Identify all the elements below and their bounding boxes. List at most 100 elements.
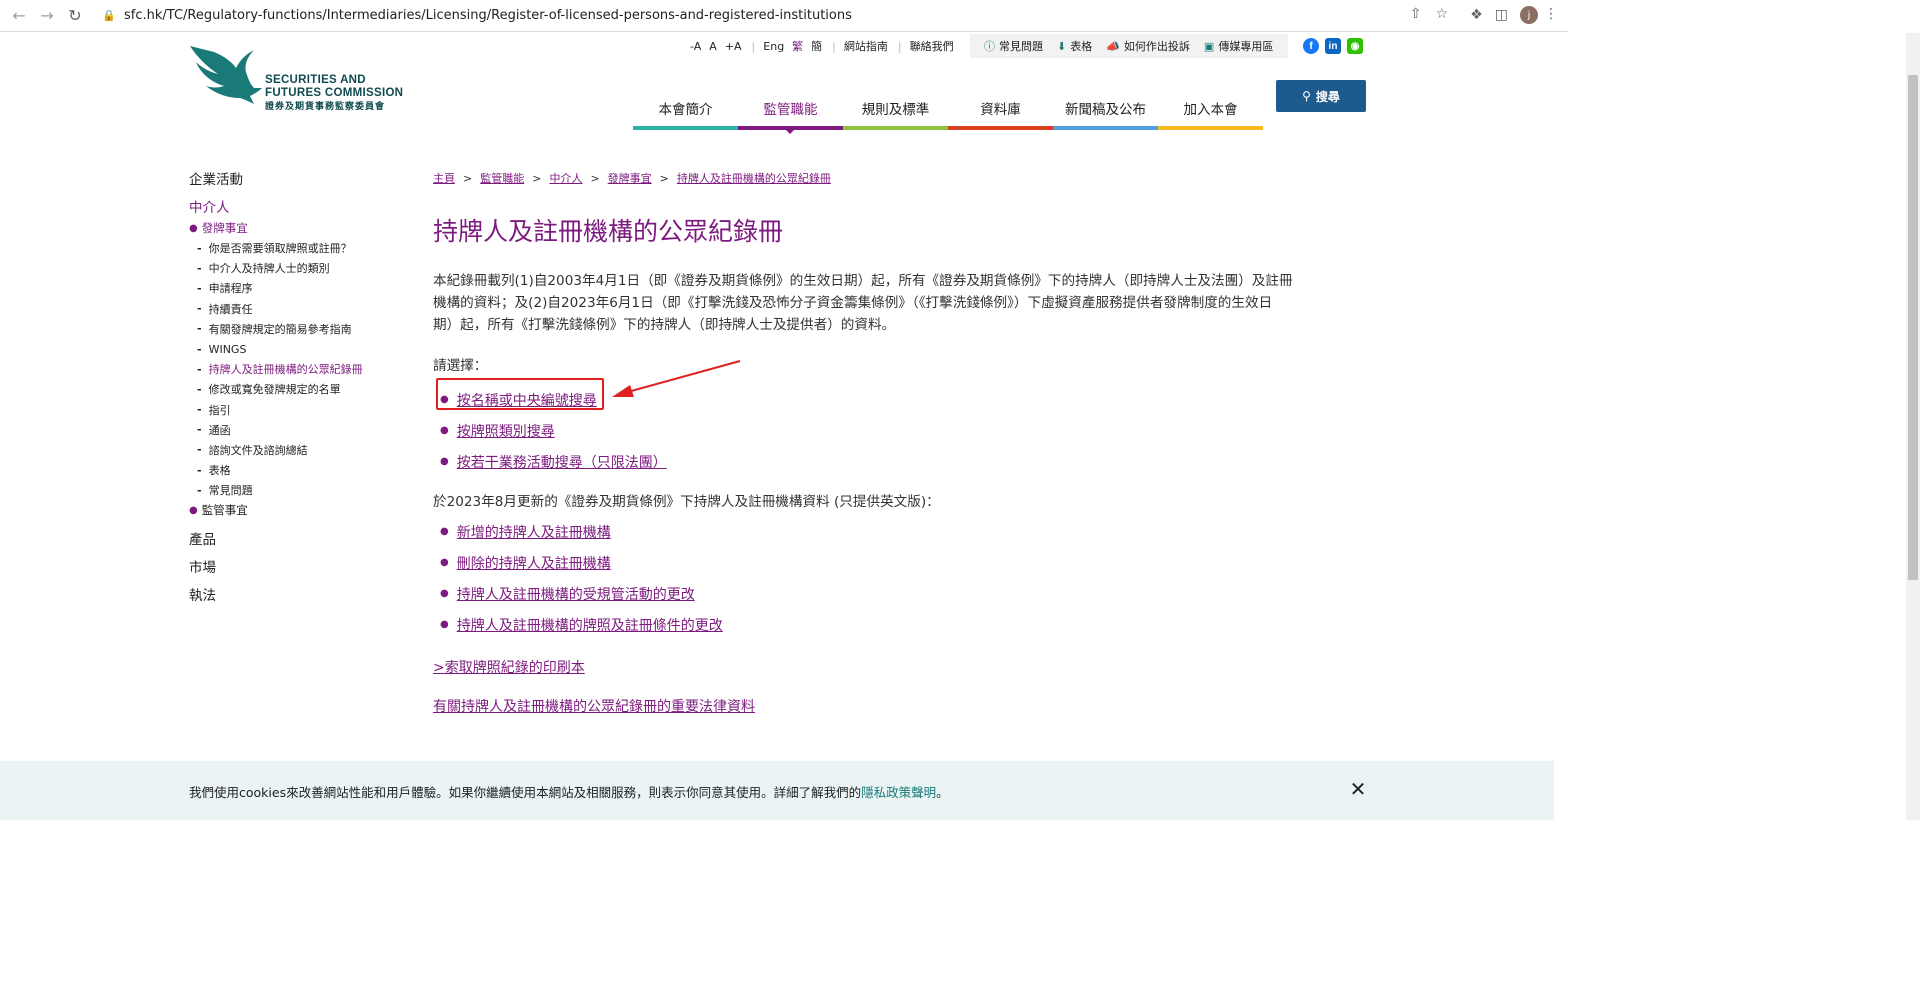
- sidebar-subitem-label: 申請程序: [208, 282, 253, 296]
- sidebar-subitem[interactable]: - 有關發牌規定的簡易參考指南: [189, 319, 409, 339]
- media-link[interactable]: ▣ 傳媒專用區: [1204, 38, 1273, 54]
- sidebar-subitem-label: 持牌人及註冊機構的公眾紀錄冊: [208, 363, 363, 377]
- divider: |: [897, 39, 902, 53]
- lang-simplified-link[interactable]: 簡: [811, 38, 822, 54]
- back-arrow-icon[interactable]: ←: [8, 5, 30, 27]
- condition-changes-link[interactable]: 持牌人及註冊機構的牌照及註冊條件的更改: [457, 615, 723, 635]
- close-icon[interactable]: ✕: [1348, 779, 1368, 799]
- sitemap-link[interactable]: 網站指南: [844, 38, 888, 54]
- search-by-licence-type-link[interactable]: 按牌照類別搜尋: [457, 421, 555, 441]
- breadcrumb-current[interactable]: 持牌人及註冊機構的公眾紀錄冊: [677, 170, 831, 186]
- nav-tab-label: 規則及標準: [861, 102, 930, 118]
- sidebar-item-markets[interactable]: 市場: [189, 556, 409, 584]
- lang-traditional-link[interactable]: 繁: [792, 38, 803, 54]
- address-bar[interactable]: 🔒 sfc.hk/TC/Regulatory-functions/Interme…: [96, 3, 1466, 29]
- sidebar-item-supervision[interactable]: ● 監管事宜: [189, 500, 409, 520]
- activity-changes-link[interactable]: 持牌人及註冊機構的受規管活動的更改: [457, 584, 695, 604]
- nav-tab-label: 新聞稿及公布: [1065, 102, 1146, 118]
- sidebar-subitem[interactable]: - 諮詢文件及諮詢總結: [189, 440, 409, 460]
- privacy-policy-link[interactable]: 隱私政策聲明: [861, 785, 936, 800]
- sidebar-subitem[interactable]: - WINGS: [189, 339, 409, 359]
- sidebar-item-products[interactable]: 產品: [189, 528, 409, 556]
- scrollbar-thumb[interactable]: [1908, 75, 1918, 580]
- browser-menu-icon[interactable]: ⋮: [1544, 6, 1558, 22]
- dash-icon: -: [197, 403, 202, 417]
- wechat-icon[interactable]: ◉: [1347, 38, 1363, 54]
- nav-tab-news[interactable]: 新聞稿及公布: [1053, 86, 1158, 130]
- font-size-normal-button[interactable]: A: [709, 40, 717, 53]
- sidebar-subitem-label: 通函: [208, 423, 231, 437]
- cookie-message: 我們使用cookies來改善網站性能和用戶體驗。如果你繼續使用本網站及相關服務，…: [189, 782, 949, 801]
- intro-paragraph: 本紀錄冊載列(1)自2003年4月1日（即《證券及期貨條例》的生效日期）起，所有…: [433, 270, 1358, 336]
- sidebar-subitem[interactable]: - 申請程序: [189, 278, 409, 298]
- sidebar-subitem-label: 持續責任: [208, 302, 253, 316]
- sidebar-item-intermediaries[interactable]: 中介人: [189, 196, 409, 218]
- breadcrumb-licensing[interactable]: 發牌事宜: [608, 170, 652, 186]
- linkedin-icon[interactable]: in: [1325, 38, 1341, 54]
- bookmark-star-icon[interactable]: ☆: [1435, 6, 1448, 22]
- sidebar-subitem[interactable]: - 指引: [189, 400, 409, 420]
- forms-link[interactable]: ⬇ 表格: [1057, 38, 1092, 54]
- nav-tab-about[interactable]: 本會簡介: [633, 86, 738, 130]
- dash-icon: -: [197, 241, 202, 255]
- breadcrumb-regulatory[interactable]: 監管職能: [480, 170, 524, 186]
- dash-icon: -: [197, 423, 202, 437]
- print-copy-link[interactable]: >索取牌照紀錄的印刷本: [433, 657, 585, 677]
- search-icon: ⚲: [1302, 89, 1311, 103]
- reload-icon[interactable]: ↻: [64, 5, 86, 27]
- search-by-activity-link[interactable]: 按若干業務活動搜尋（只限法團）: [457, 452, 667, 472]
- dash-icon: -: [197, 302, 202, 316]
- choose-label: 請選擇：: [433, 358, 488, 374]
- nav-tab-rules[interactable]: 規則及標準: [843, 86, 948, 130]
- browser-toolbar: ← → ↻ 🔒 sfc.hk/TC/Regulatory-functions/I…: [0, 0, 1568, 32]
- cookie-message-end: 。: [936, 785, 949, 800]
- sidebar-subitem[interactable]: - 常見問題: [189, 480, 409, 500]
- breadcrumb-home[interactable]: 主頁: [433, 170, 455, 186]
- lang-english-link[interactable]: Eng: [763, 40, 784, 53]
- font-size-small-button[interactable]: -A: [690, 40, 701, 53]
- nav-tab-careers[interactable]: 加入本會: [1158, 86, 1263, 130]
- image-icon: ▣: [1203, 39, 1215, 53]
- forward-arrow-icon[interactable]: →: [36, 5, 58, 27]
- sidebar-subitem[interactable]: - 表格: [189, 460, 409, 480]
- sidebar-subitem[interactable]: - 通函: [189, 420, 409, 440]
- sidebar-subitem-label: 有關發牌規定的簡易參考指南: [208, 322, 352, 336]
- faq-link[interactable]: ⓘ 常見問題: [984, 38, 1043, 54]
- sidebar-subitem-current[interactable]: - 持牌人及註冊機構的公眾紀錄冊: [189, 359, 409, 379]
- breadcrumb-separator: >: [590, 171, 600, 185]
- question-circle-icon: ⓘ: [984, 40, 995, 53]
- facebook-icon[interactable]: f: [1303, 38, 1319, 54]
- contact-link[interactable]: 聯絡我們: [910, 38, 954, 54]
- nav-color-bar: [1158, 126, 1263, 130]
- share-icon[interactable]: ⇧: [1410, 6, 1422, 22]
- divider: |: [751, 39, 756, 53]
- extensions-puzzle-icon[interactable]: ❖: [1470, 7, 1483, 23]
- sidebar-item-licensing[interactable]: ● 發牌事宜: [189, 218, 409, 238]
- nav-tab-regulatory[interactable]: 監管職能: [738, 86, 843, 134]
- page-scrollbar[interactable]: [1906, 33, 1920, 820]
- sidebar-subitem[interactable]: - 你是否需要領取牌照或註冊？: [189, 238, 409, 258]
- search-button[interactable]: ⚲ 搜尋: [1276, 80, 1366, 112]
- nav-color-bar: [633, 126, 738, 130]
- sidebar-item-corporate[interactable]: 企業活動: [189, 168, 409, 196]
- breadcrumb-intermediaries[interactable]: 中介人: [549, 170, 582, 186]
- profile-avatar[interactable]: j: [1520, 6, 1538, 24]
- new-licensees-link[interactable]: 新增的持牌人及註冊機構: [457, 522, 611, 542]
- dash-icon: -: [197, 342, 202, 356]
- cookie-message-text: 我們使用cookies來改善網站性能和用戶體驗。如果你繼續使用本網站及相關服務，…: [189, 785, 862, 800]
- breadcrumb: 主頁 > 監管職能 > 中介人 > 發牌事宜 > 持牌人及註冊機構的公眾紀錄冊: [433, 170, 1358, 186]
- complaint-link[interactable]: 📣 如何作出投訴: [1106, 38, 1190, 54]
- sidebar-item-enforcement[interactable]: 執法: [189, 584, 409, 612]
- side-panel-icon[interactable]: ◫: [1495, 7, 1508, 23]
- legal-info-link[interactable]: 有關持牌人及註冊機構的公眾紀錄冊的重要法律資料: [433, 696, 755, 716]
- removed-licensees-link[interactable]: 刪除的持牌人及註冊機構: [457, 553, 611, 573]
- sidebar-subitem[interactable]: - 持續責任: [189, 299, 409, 319]
- nav-tab-database[interactable]: 資料庫: [948, 86, 1053, 130]
- main-content: 主頁 > 監管職能 > 中介人 > 發牌事宜 > 持牌人及註冊機構的公眾紀錄冊 …: [433, 170, 1358, 716]
- font-size-large-button[interactable]: +A: [725, 40, 742, 53]
- list-item: ● 刪除的持牌人及註冊機構: [433, 547, 723, 578]
- sidebar-subitem[interactable]: - 中介人及持牌人士的類別: [189, 258, 409, 278]
- bullet-icon: ●: [189, 504, 198, 516]
- sidebar-subitem[interactable]: - 修改或寬免發牌規定的名單: [189, 379, 409, 399]
- sidebar-subitem-label: 你是否需要領取牌照或註冊？: [208, 242, 352, 256]
